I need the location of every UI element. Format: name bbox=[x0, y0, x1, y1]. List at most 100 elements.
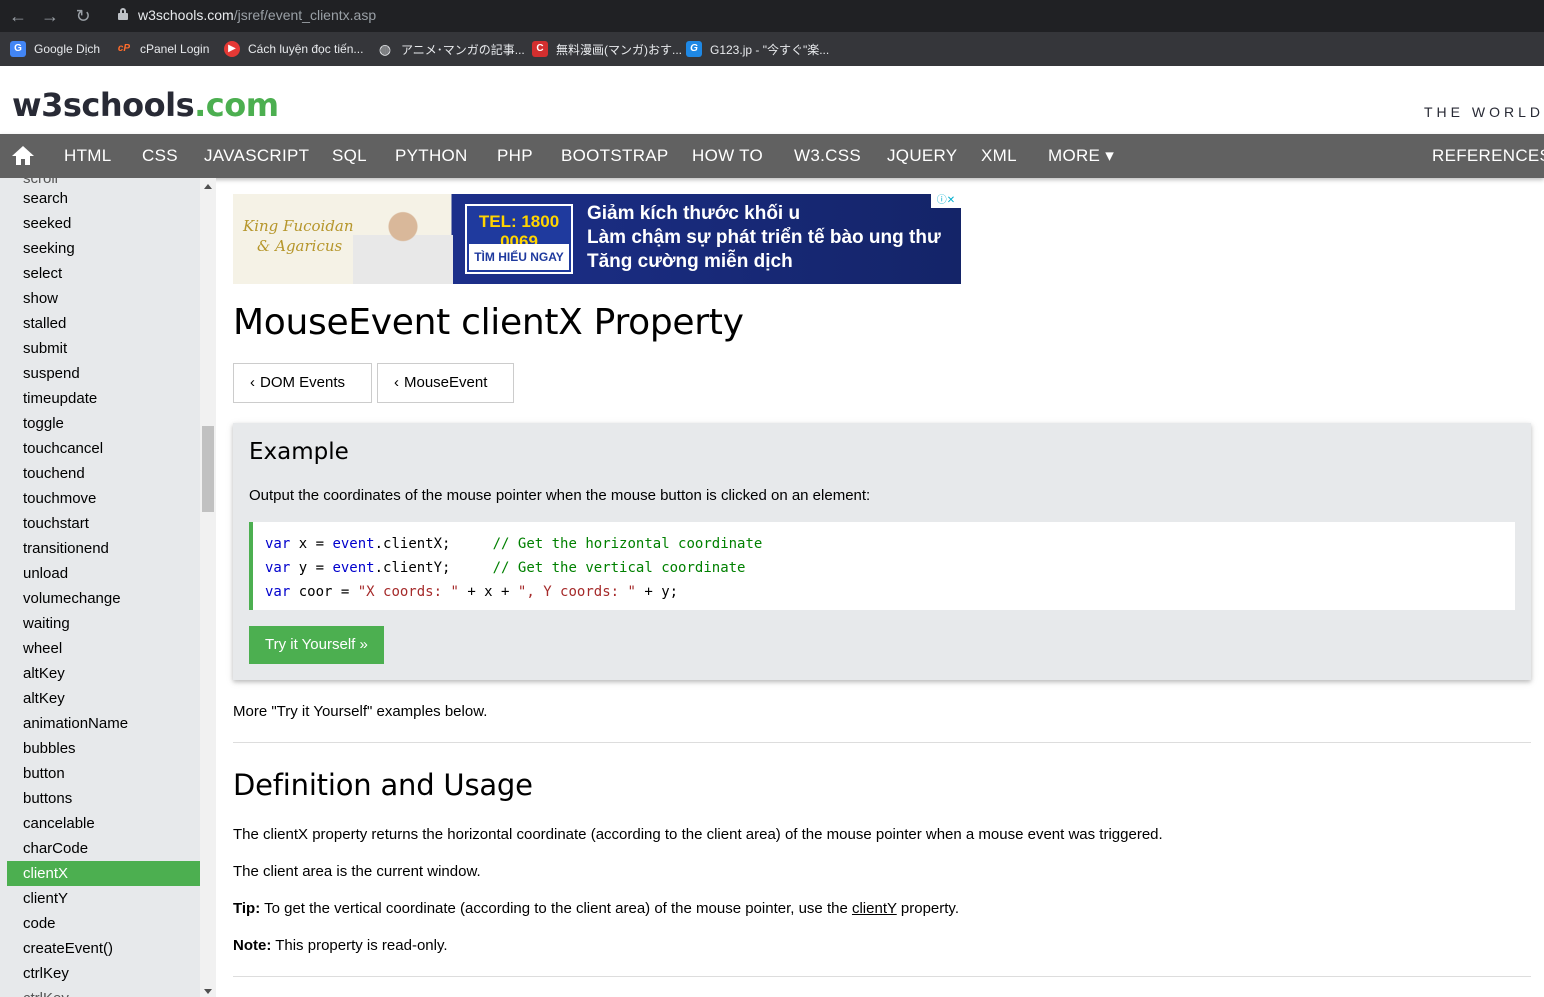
bookmark-g123[interactable]: G G123.jp - "今すぐ"楽... bbox=[686, 38, 829, 60]
advertisement-banner[interactable]: King Fucoidan & Agaricus TEL: 1800 0069 T… bbox=[233, 194, 961, 284]
back-arrow-icon[interactable]: ← bbox=[7, 5, 29, 27]
definition-heading: Definition and Usage bbox=[233, 768, 533, 802]
sidebar-item[interactable]: button bbox=[7, 761, 200, 786]
nav-references[interactable]: REFERENCES ▾ bbox=[1432, 134, 1544, 178]
sidebar-item[interactable]: clientY bbox=[7, 886, 200, 911]
ad-learn-more-button[interactable]: TÌM HIỂU NGAY bbox=[469, 244, 569, 270]
nav-howto[interactable]: HOW TO bbox=[692, 134, 763, 178]
sidebar-item[interactable]: seeked bbox=[7, 211, 200, 236]
scroll-down-arrow-icon[interactable] bbox=[204, 989, 212, 994]
sidebar-item[interactable]: touchstart bbox=[7, 511, 200, 536]
sidebar-item[interactable]: altKey bbox=[7, 686, 200, 711]
ad-line-1: Giảm kích thước khối u bbox=[587, 203, 801, 224]
nav-bootstrap[interactable]: BOOTSTRAP bbox=[561, 134, 669, 178]
reference-sidebar: scroll search seeked seeking select show… bbox=[0, 178, 216, 997]
sidebar-item[interactable]: select bbox=[7, 261, 200, 286]
mouseevent-button[interactable]: ‹ MouseEvent bbox=[377, 363, 514, 403]
sidebar-item[interactable]: createEvent() bbox=[7, 936, 200, 961]
nav-javascript[interactable]: JAVASCRIPT bbox=[204, 134, 309, 178]
sidebar-item[interactable]: touchcancel bbox=[7, 436, 200, 461]
url-host: w3schools.com bbox=[138, 7, 234, 23]
dom-events-label: DOM Events bbox=[260, 374, 346, 391]
sidebar-scrollbar[interactable] bbox=[200, 178, 216, 997]
url-text[interactable]: w3schools.com/jsref/event_clientx.asp bbox=[138, 7, 376, 23]
cpanel-icon: cP bbox=[117, 43, 131, 54]
sidebar-item[interactable]: bubbles bbox=[7, 736, 200, 761]
bookmark-label: cPanel Login bbox=[140, 42, 210, 56]
sidebar-item[interactable]: unload bbox=[7, 561, 200, 586]
nav-css[interactable]: CSS bbox=[142, 134, 178, 178]
nav-jquery[interactable]: JQUERY bbox=[887, 134, 957, 178]
reload-icon[interactable]: ↻ bbox=[72, 5, 94, 27]
sidebar-item-partial[interactable]: ctrlKey bbox=[7, 986, 200, 997]
note-paragraph: Note: This property is read-only. bbox=[233, 937, 448, 954]
scrollbar-thumb[interactable] bbox=[202, 426, 214, 512]
note-label: Note: bbox=[233, 937, 272, 954]
sidebar-item[interactable]: stalled bbox=[7, 311, 200, 336]
sidebar-item[interactable]: submit bbox=[7, 336, 200, 361]
home-icon[interactable] bbox=[12, 146, 34, 166]
clienty-link[interactable]: clientY bbox=[852, 900, 897, 917]
sidebar-item[interactable]: toggle bbox=[7, 411, 200, 436]
sidebar-item[interactable]: suspend bbox=[7, 361, 200, 386]
bookmark-google-translate[interactable]: G Google Dịch bbox=[10, 38, 100, 60]
w3schools-logo[interactable]: w3schools.com bbox=[12, 86, 279, 124]
sidebar-item[interactable]: volumechange bbox=[7, 586, 200, 611]
top-navigation: HTML CSS JAVASCRIPT SQL PYTHON PHP BOOTS… bbox=[0, 134, 1544, 178]
sidebar-item[interactable]: waiting bbox=[7, 611, 200, 636]
nav-html[interactable]: HTML bbox=[64, 134, 111, 178]
nav-python[interactable]: PYTHON bbox=[395, 134, 468, 178]
mouseevent-label: MouseEvent bbox=[404, 374, 488, 391]
tip-label: Tip: bbox=[233, 900, 261, 917]
sidebar-item[interactable]: ctrlKey bbox=[7, 961, 200, 986]
youtube-icon: ▶ bbox=[224, 41, 240, 57]
bookmark-youtube[interactable]: ▶ Cách luyện đọc tiến... bbox=[224, 38, 363, 60]
lock-icon[interactable] bbox=[118, 8, 128, 20]
example-box: Example Output the coordinates of the mo… bbox=[233, 423, 1531, 680]
sidebar-item[interactable]: altKey bbox=[7, 661, 200, 686]
sidebar-item[interactable]: touchmove bbox=[7, 486, 200, 511]
logo-text: w3schools bbox=[12, 86, 195, 124]
more-examples-text: More "Try it Yourself" examples below. bbox=[233, 703, 488, 720]
sidebar-item[interactable]: animationName bbox=[7, 711, 200, 736]
ad-line-2: Làm chậm sự phát triển tế bào ung thư bbox=[587, 227, 941, 248]
nav-php[interactable]: PHP bbox=[497, 134, 533, 178]
sidebar-item[interactable]: show bbox=[7, 286, 200, 311]
code-block: var x = event.clientX; // Get the horizo… bbox=[249, 522, 1515, 610]
nav-xml[interactable]: XML bbox=[981, 134, 1017, 178]
bookmark-label: Cách luyện đọc tiến... bbox=[248, 42, 364, 56]
nav-more[interactable]: MORE ▾ bbox=[1048, 134, 1114, 178]
divider bbox=[233, 976, 1531, 977]
main-content: King Fucoidan & Agaricus TEL: 1800 0069 T… bbox=[216, 178, 1544, 997]
sidebar-item[interactable]: cancelable bbox=[7, 811, 200, 836]
code-line-2: var y = event.clientY; // Get the vertic… bbox=[265, 560, 746, 576]
sidebar-item[interactable]: seeking bbox=[7, 236, 200, 261]
sidebar-item[interactable]: transitionend bbox=[7, 536, 200, 561]
ad-choices-icon[interactable]: ⓘ✕ bbox=[931, 194, 961, 208]
sidebar-item[interactable]: wheel bbox=[7, 636, 200, 661]
sidebar-item[interactable]: timeupdate bbox=[7, 386, 200, 411]
divider bbox=[233, 742, 1531, 743]
google-translate-icon: G bbox=[10, 41, 26, 57]
sidebar-item[interactable]: charCode bbox=[7, 836, 200, 861]
try-it-yourself-button[interactable]: Try it Yourself » bbox=[249, 626, 384, 664]
ad-brand: King Fucoidan & Agaricus bbox=[243, 217, 354, 255]
sidebar-item[interactable]: buttons bbox=[7, 786, 200, 811]
sidebar-item[interactable]: touchend bbox=[7, 461, 200, 486]
bookmark-cpanel[interactable]: cP cPanel Login bbox=[116, 38, 210, 60]
sidebar-item[interactable]: code bbox=[7, 911, 200, 936]
bookmark-anime[interactable]: ◍ アニメ･マンガの記事... bbox=[377, 38, 525, 60]
sidebar-item-active[interactable]: clientX bbox=[7, 861, 200, 886]
bookmark-manga[interactable]: C 無料漫画(マンガ)おす... bbox=[532, 38, 682, 60]
nav-sql[interactable]: SQL bbox=[332, 134, 367, 178]
example-heading: Example bbox=[249, 439, 349, 465]
bookmark-label: G123.jp - "今すぐ"楽... bbox=[710, 42, 830, 57]
scroll-up-arrow-icon[interactable] bbox=[204, 184, 212, 189]
client-area-paragraph: The client area is the current window. bbox=[233, 863, 481, 880]
nav-w3css[interactable]: W3.CSS bbox=[794, 134, 861, 178]
page-title: MouseEvent clientX Property bbox=[233, 302, 744, 343]
dom-events-button[interactable]: ‹ DOM Events bbox=[233, 363, 372, 403]
browser-toolbar: ← → ↻ w3schools.com/jsref/event_clientx.… bbox=[0, 0, 1544, 32]
forward-arrow-icon[interactable]: → bbox=[39, 5, 61, 27]
sidebar-item[interactable]: search bbox=[7, 186, 200, 211]
